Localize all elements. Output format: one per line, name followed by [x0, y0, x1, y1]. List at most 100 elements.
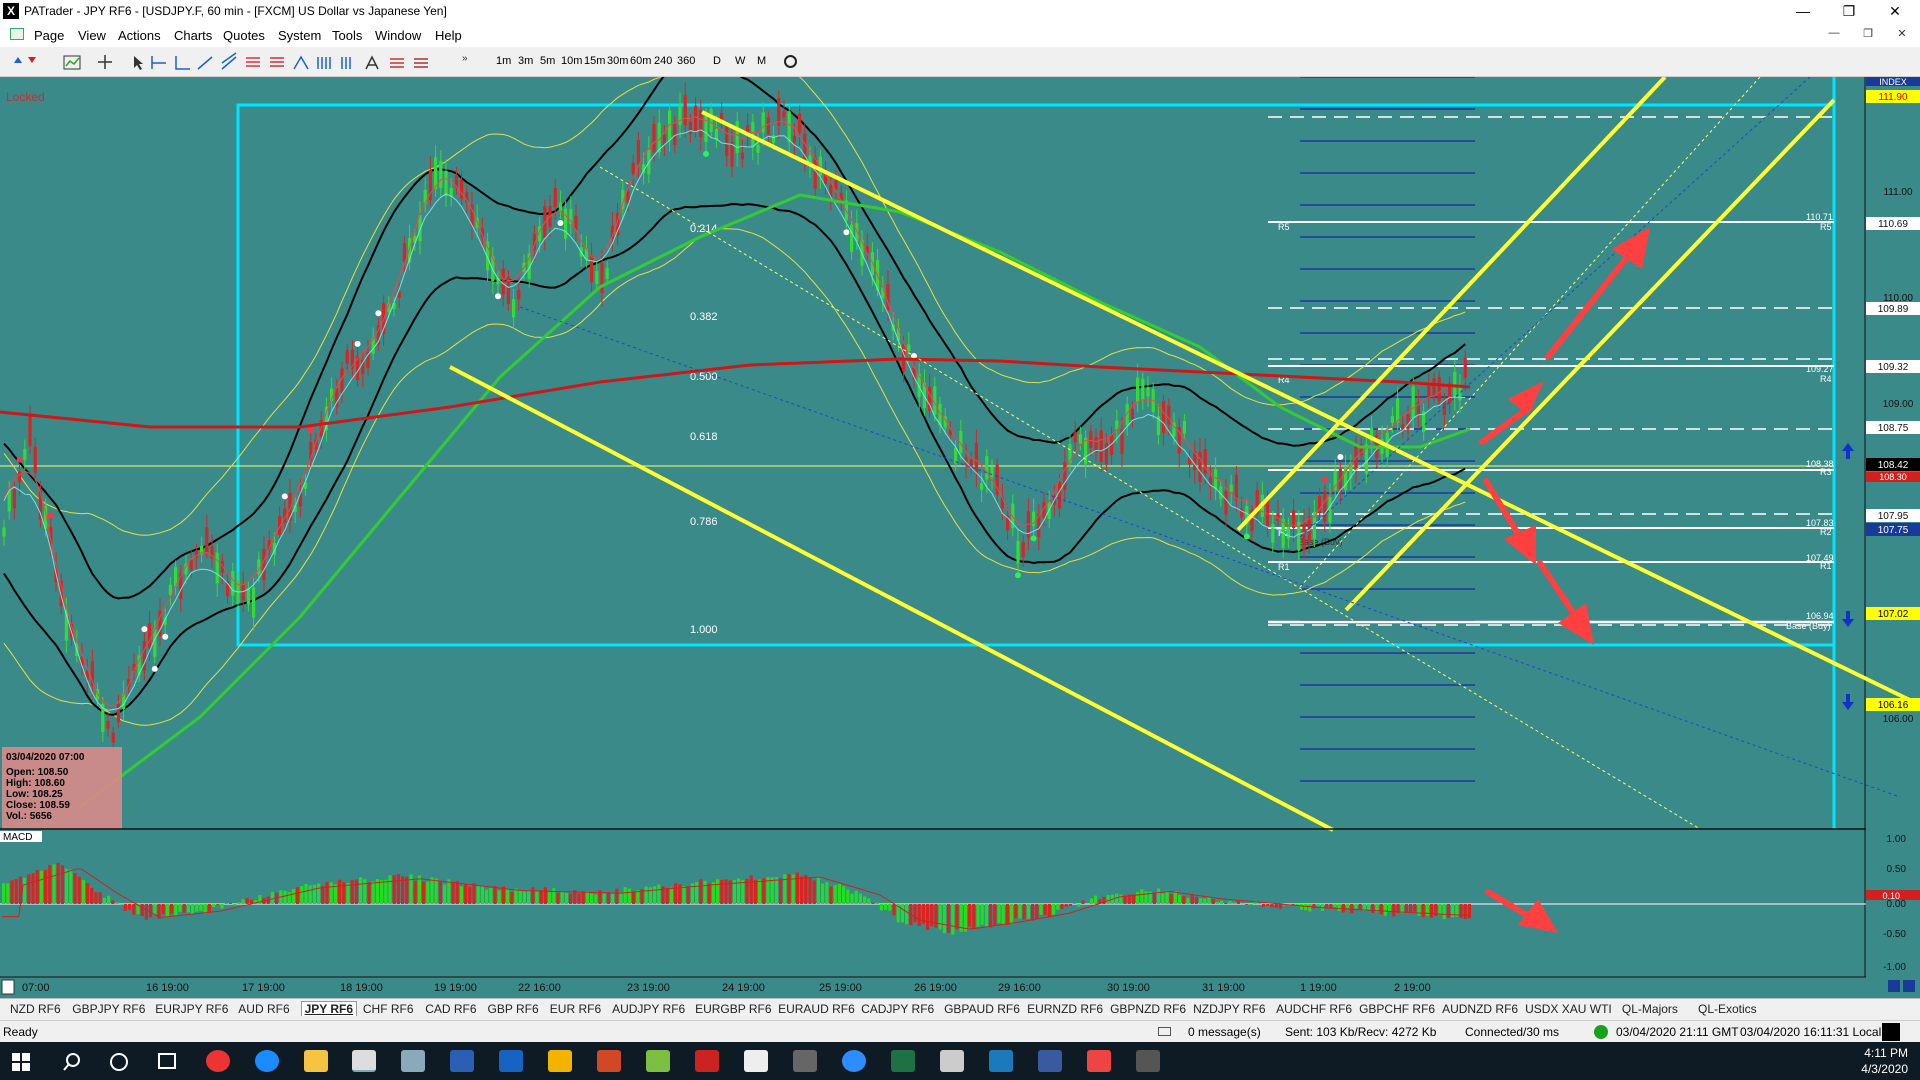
outlook-icon[interactable] [499, 1050, 523, 1072]
tab-ql-exotics[interactable]: QL-Exotics [1698, 1002, 1757, 1016]
file-explorer-icon[interactable] [304, 1050, 328, 1072]
tf-3m[interactable]: 3m [518, 55, 533, 67]
tab-gbpaud-rf6[interactable]: GBPAUD RF6 [944, 1002, 1020, 1016]
tf-60m[interactable]: 60m [630, 55, 651, 67]
window-app-icon[interactable] [1038, 1050, 1062, 1072]
up-arrow-icon [1842, 443, 1854, 459]
tab-eurnzd-rf6[interactable]: EURNZD RF6 [1027, 1002, 1103, 1016]
notes-icon[interactable] [401, 1050, 425, 1072]
snagit-icon[interactable] [1087, 1050, 1111, 1072]
chrome-icon[interactable] [206, 1050, 230, 1072]
minimize-button[interactable]: — [1780, 0, 1826, 22]
menu-view[interactable]: View [78, 28, 106, 43]
tab-gbpnzd-rf6[interactable]: GBPNZD RF6 [1110, 1002, 1186, 1016]
menu-help[interactable]: Help [435, 28, 462, 43]
time-label-2: 17 19:00 [242, 982, 285, 994]
tf-5m[interactable]: 5m [540, 55, 555, 67]
menu-page[interactable]: Page [34, 28, 64, 43]
macd-label: MACD [3, 832, 32, 843]
app-red-icon[interactable] [695, 1050, 719, 1072]
status-ready: Ready [3, 1025, 38, 1039]
taskbar-clock[interactable]: 4:11 PM 4/3/2020 [1861, 1045, 1908, 1077]
menu-tools[interactable]: Tools [332, 28, 362, 43]
tab-cadjpy-rf6[interactable]: CADJPY RF6 [861, 1002, 934, 1016]
tf-1m[interactable]: 1m [496, 55, 511, 67]
cortana-icon[interactable] [110, 1053, 128, 1071]
restore-button[interactable]: ❐ [1826, 0, 1872, 22]
tab-audchf-rf6[interactable]: AUDCHF RF6 [1276, 1002, 1352, 1016]
tab-gbp-rf6[interactable]: GBP RF6 [488, 1002, 539, 1016]
chart-area[interactable]: 0.214 0.382 0.500 0.618 0.786 1.000 R5 R… [0, 77, 1920, 998]
menu-system[interactable]: System [278, 28, 321, 43]
tab-cad-rf6[interactable]: CAD RF6 [425, 1002, 476, 1016]
tf-240[interactable]: 240 [654, 55, 672, 67]
tab-eurjpy-rf6[interactable]: EURJPY RF6 [155, 1002, 228, 1016]
crosshair-icon[interactable] [98, 55, 112, 69]
time-label-3: 18 19:00 [340, 982, 383, 994]
status-traffic: Sent: 103 Kb/Recv: 4272 Kb [1285, 1025, 1437, 1039]
tf-weekly[interactable]: W [735, 55, 745, 67]
tab-gbpjpy-rf6[interactable]: GBPJPY RF6 [72, 1002, 145, 1016]
menu-quotes[interactable]: Quotes [223, 28, 265, 43]
tab-audnzd-rf6[interactable]: AUDNZD RF6 [1442, 1002, 1518, 1016]
tab-audjpy-rf6[interactable]: AUDJPY RF6 [612, 1002, 685, 1016]
word-icon[interactable] [450, 1050, 474, 1072]
tab-usdx-xau-wti[interactable]: USDX XAU WTI [1525, 1002, 1612, 1016]
tf-360[interactable]: 360 [677, 55, 695, 67]
clock-icon[interactable] [784, 55, 797, 68]
menu-charts[interactable]: Charts [174, 28, 212, 43]
search-icon[interactable] [62, 1052, 82, 1072]
ninjatrader-icon[interactable] [646, 1050, 670, 1072]
tab-nzd-rf6[interactable]: NZD RF6 [10, 1002, 61, 1016]
envelope-icon[interactable] [1158, 1027, 1171, 1036]
menu-actions[interactable]: Actions [118, 28, 161, 43]
tab-nzdjpy-rf6[interactable]: NZDJPY RF6 [1193, 1002, 1265, 1016]
terminal-icon[interactable] [989, 1050, 1013, 1072]
pivot-val-base: 106.94 [1806, 611, 1834, 621]
powerpoint-icon[interactable] [597, 1050, 621, 1072]
excel-icon[interactable] [891, 1050, 915, 1072]
tab-jpy-rf6[interactable]: JPY RF6 [300, 1001, 358, 1016]
tf-15m[interactable]: 15m [584, 55, 605, 67]
cycle-icon [317, 57, 331, 69]
task-view-icon[interactable] [158, 1053, 176, 1069]
page-icon [10, 28, 24, 40]
price-chart[interactable]: 0.214 0.382 0.500 0.618 0.786 1.000 R5 R… [0, 77, 1920, 998]
tab-chf-rf6[interactable]: CHF RF6 [363, 1002, 414, 1016]
misc-app-icon[interactable] [1136, 1050, 1160, 1072]
patrader-icon[interactable] [352, 1050, 376, 1072]
tab-euraud-rf6[interactable]: EURAUD RF6 [778, 1002, 855, 1016]
mdi-restore-icon[interactable]: ❐ [1854, 27, 1882, 40]
cursor-icon[interactable] [134, 56, 143, 70]
folder-icon[interactable] [548, 1050, 572, 1072]
windows-start-icon[interactable] [12, 1053, 30, 1071]
tab-gbpchf-rf6[interactable]: GBPCHF RF6 [1359, 1002, 1435, 1016]
resize-grip-icon[interactable] [1882, 1023, 1900, 1041]
tab-eur-rf6[interactable]: EUR RF6 [550, 1002, 601, 1016]
close-button[interactable]: ✕ [1872, 0, 1918, 22]
tf-daily[interactable]: D [713, 55, 721, 67]
tab-eurgbp-rf6[interactable]: EURGBP RF6 [695, 1002, 771, 1016]
tab-ql-majors[interactable]: QL-Majors [1622, 1002, 1678, 1016]
pivot-label-r2-right: R2 [1820, 527, 1832, 537]
trendline-icon [197, 56, 213, 70]
zoom-out-icon [1888, 980, 1900, 992]
tab-aud-rf6[interactable]: AUD RF6 [238, 1002, 289, 1016]
tf-monthly[interactable]: M [757, 55, 766, 67]
mdi-close-icon[interactable]: ✕ [1888, 27, 1916, 40]
tf-10m[interactable]: 10m [561, 55, 582, 67]
menu-window[interactable]: Window [375, 28, 421, 43]
notepad-icon[interactable] [744, 1050, 768, 1072]
mdi-minimize-icon[interactable]: — [1820, 27, 1848, 39]
chart-app-icon[interactable] [940, 1050, 964, 1072]
calculator-icon[interactable] [793, 1050, 817, 1072]
status-messages[interactable]: 0 message(s) [1188, 1025, 1261, 1039]
edge-icon[interactable] [255, 1050, 279, 1072]
tf-30m[interactable]: 30m [607, 55, 628, 67]
buy-sell-icon[interactable] [14, 57, 36, 63]
macd-axis-0: 0.00 [1887, 899, 1907, 910]
zoom-icon[interactable] [842, 1050, 866, 1072]
index-label: INDEX [1879, 77, 1907, 87]
fib-0786: 0.786 [690, 516, 718, 528]
candlesticks [2, 82, 1467, 754]
